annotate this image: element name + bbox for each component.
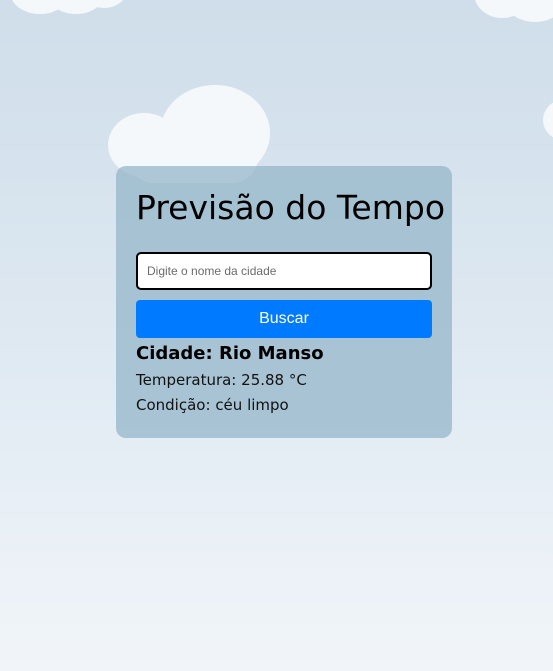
- condition-value: céu limpo: [215, 396, 289, 414]
- temperature-label: Temperatura:: [136, 371, 237, 389]
- temperature-value: 25.88 °C: [241, 371, 307, 389]
- cloud-top-right-decoration: [474, 0, 553, 24]
- result-temperature: Temperatura: 25.88 °C: [136, 369, 432, 391]
- weather-card: Previsão do Tempo Buscar Cidade: Rio Man…: [116, 166, 452, 438]
- city-value: Rio Manso: [218, 343, 324, 364]
- result-city: Cidade: Rio Manso: [136, 342, 432, 366]
- result-condition: Condição: céu limpo: [136, 394, 432, 416]
- page-title: Previsão do Tempo: [136, 188, 446, 227]
- search-button[interactable]: Buscar: [136, 300, 432, 338]
- city-label: Cidade:: [136, 343, 213, 364]
- cloud-right-edge-decoration: [543, 100, 553, 144]
- cloud-top-left-decoration: [10, 0, 130, 16]
- city-search-input[interactable]: [136, 252, 432, 290]
- condition-label: Condição:: [136, 396, 211, 414]
